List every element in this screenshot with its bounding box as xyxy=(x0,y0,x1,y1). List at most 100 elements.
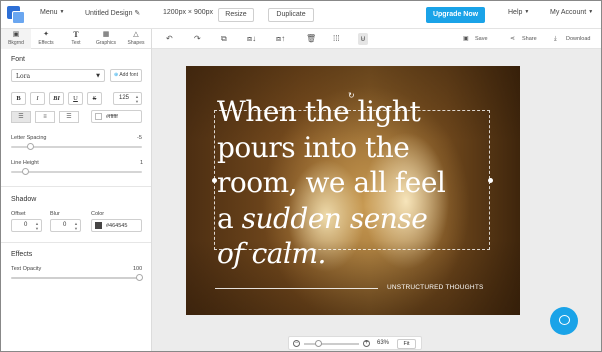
resize-button[interactable]: Resize xyxy=(218,8,254,22)
font-size-input[interactable]: 125 ▲ ▼ xyxy=(113,92,142,105)
chevron-down-icon: ▼ xyxy=(59,9,65,15)
tab-background[interactable]: ▣ Bkgrnd xyxy=(1,29,31,49)
design-canvas[interactable]: When the light pours into the room, we a… xyxy=(186,66,520,315)
workspace: When the light pours into the room, we a… xyxy=(152,49,601,351)
chevron-down-icon: ▼ xyxy=(588,9,594,15)
grid-icon[interactable]: ⁞⁞⁞ xyxy=(333,34,340,44)
bold-button[interactable]: B xyxy=(11,92,26,105)
align-center-icon: ≡ xyxy=(43,114,47,120)
save-button[interactable]: Save xyxy=(475,36,488,42)
shadow-color-picker[interactable]: #464545 xyxy=(91,219,142,232)
help-menu[interactable]: Help ▼ xyxy=(508,9,529,16)
shapes-icon: △ xyxy=(133,31,139,38)
chat-support-button[interactable] xyxy=(550,307,578,335)
effects-section-title: Effects xyxy=(11,251,33,258)
text-opacity-value: 100 xyxy=(133,266,143,272)
zoom-percent: 63% xyxy=(377,340,390,346)
graphics-icon: ▦ xyxy=(102,31,110,38)
share-button[interactable]: Share xyxy=(522,36,537,42)
design-title-label: Untitled Design xyxy=(85,10,133,17)
divider xyxy=(1,242,151,243)
share-icon[interactable]: ⋖ xyxy=(510,34,515,44)
font-select[interactable]: Lora ▼ xyxy=(11,69,105,82)
text-opacity-knob[interactable] xyxy=(136,274,143,281)
strikethrough-button[interactable]: S xyxy=(87,92,102,105)
background-icon: ▣ xyxy=(12,31,20,38)
menu-label: Menu xyxy=(40,9,58,16)
save-icon[interactable]: ▣ xyxy=(463,34,469,44)
tab-label: Bkgrnd xyxy=(8,40,24,46)
rotate-handle-icon[interactable]: ↻ xyxy=(348,92,356,100)
line-height-slider[interactable] xyxy=(11,171,142,173)
zoom-slider-knob[interactable] xyxy=(315,340,322,347)
letter-spacing-knob[interactable] xyxy=(27,143,34,150)
tab-label: Text xyxy=(71,40,81,46)
tab-graphics[interactable]: ▦ Graphics xyxy=(91,29,121,49)
shadow-blur-value: 0 xyxy=(63,222,67,228)
font-size-value: 125 xyxy=(119,95,130,101)
download-button[interactable]: Download xyxy=(566,36,590,42)
line-height-knob[interactable] xyxy=(22,168,29,175)
text-color-picker[interactable]: #ffffff xyxy=(91,110,142,123)
align-right-button[interactable]: ☰ xyxy=(59,111,79,123)
stepper-arrows-icon[interactable]: ▲ ▼ xyxy=(73,221,79,231)
app-window: Menu ▼ Untitled Design ✎ 1200px × 900px R… xyxy=(0,0,602,352)
effects-icon: ✦ xyxy=(43,31,49,38)
design-title[interactable]: Untitled Design ✎ xyxy=(85,9,140,17)
shadow-offset-label: Offset xyxy=(11,211,26,217)
duplicate-button[interactable]: Duplicate xyxy=(268,8,314,22)
text-color-value: #ffffff xyxy=(106,114,118,120)
decorative-line xyxy=(215,288,378,289)
top-bar: Menu ▼ Untitled Design ✎ 1200px × 900px R… xyxy=(1,1,601,29)
magnet-icon[interactable]: ⊍ xyxy=(358,33,368,45)
resize-handle-right[interactable] xyxy=(488,178,493,183)
upgrade-button[interactable]: Upgrade Now xyxy=(426,7,485,23)
properties-panel: ▣ Bkgrnd ✦ Effects T Text ▦ Graphics △ Shapes… xyxy=(1,29,152,351)
account-menu[interactable]: My Account ▼ xyxy=(550,9,593,16)
delete-icon[interactable]: 🗑 xyxy=(306,34,316,44)
chevron-down-icon: ▼ xyxy=(524,9,530,15)
zoom-in-icon[interactable]: + xyxy=(363,340,370,347)
account-label: My Account xyxy=(550,9,587,16)
undo-icon[interactable]: ↶ xyxy=(166,34,173,44)
tab-shapes[interactable]: △ Shapes xyxy=(121,29,151,49)
send-backward-icon[interactable]: ⧈↓ xyxy=(247,34,256,44)
divider xyxy=(1,186,151,187)
bring-forward-icon[interactable]: ⧈↑ xyxy=(276,34,285,44)
selection-box xyxy=(214,110,490,250)
bold-italic-button[interactable]: BI xyxy=(49,92,64,105)
add-font-button[interactable]: ⊕ Add font xyxy=(110,69,142,82)
shadow-offset-value: 0 xyxy=(24,222,28,228)
canvas-toolbar: ↶ ↷ ⧉ ⧈↓ ⧈↑ 🗑 ⁞⁞⁞ ⊍ ▣ Save ⋖ Share ⤓ Dow… xyxy=(152,29,601,49)
letter-spacing-label: Letter Spacing xyxy=(11,135,47,141)
app-logo-icon[interactable] xyxy=(7,6,25,24)
tab-label: Shapes xyxy=(127,40,145,46)
tab-effects[interactable]: ✦ Effects xyxy=(31,29,61,49)
italic-button[interactable]: I xyxy=(30,92,45,105)
text-opacity-slider[interactable] xyxy=(11,277,142,279)
shadow-blur-input[interactable]: 0 ▲ ▼ xyxy=(50,219,81,232)
stepper-arrows-icon[interactable]: ▲ ▼ xyxy=(134,94,140,104)
line-height-value: 1 xyxy=(140,160,144,166)
zoom-out-icon[interactable]: − xyxy=(293,340,300,347)
zoom-slider[interactable] xyxy=(304,343,359,345)
download-icon[interactable]: ⤓ xyxy=(554,34,557,44)
align-left-button[interactable]: ☰ xyxy=(11,111,31,123)
resize-handle-left[interactable] xyxy=(212,178,217,183)
shadow-color-label: Color xyxy=(91,211,105,217)
shadow-offset-input[interactable]: 0 ▲ ▼ xyxy=(11,219,42,232)
chevron-down-icon: ▼ xyxy=(96,73,100,79)
menu-button[interactable]: Menu ▼ xyxy=(40,9,64,16)
color-swatch xyxy=(95,222,102,229)
tab-text[interactable]: T Text xyxy=(61,29,91,49)
underline-button[interactable]: U xyxy=(68,92,83,105)
copy-icon[interactable]: ⧉ xyxy=(221,34,227,44)
font-section-title: Font xyxy=(11,56,26,63)
font-name: Lora xyxy=(16,73,31,80)
redo-icon[interactable]: ↷ xyxy=(194,34,201,44)
stepper-arrows-icon[interactable]: ▲ ▼ xyxy=(34,221,40,231)
brand-text[interactable]: UNSTRUCTURED THOUGHTS xyxy=(387,284,484,291)
align-center-button[interactable]: ≡ xyxy=(35,111,55,123)
zoom-fit-button[interactable]: Fit xyxy=(397,339,416,349)
zoom-control: − + 63% Fit xyxy=(288,336,422,350)
